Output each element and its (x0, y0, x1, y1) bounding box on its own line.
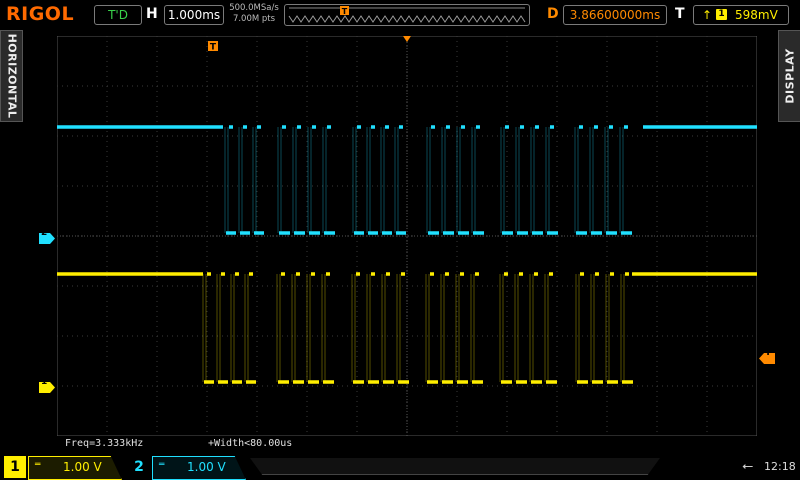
trigger-settings[interactable]: ↑ 1 598mV (693, 5, 789, 25)
channel-1-scale-box[interactable]: ═ 1.00 V (28, 456, 122, 480)
horizontal-tab-label: HORIZONTAL (5, 33, 18, 119)
trigger-point-marker: T (208, 41, 218, 53)
rising-edge-icon: ↑ (702, 8, 713, 22)
acquisition-info: 500.0MSa/s 7.00M pts (228, 3, 280, 25)
trigger-source-badge: 1 (716, 9, 727, 20)
system-clock: 12:18 (764, 460, 796, 473)
channel-2-marker-label: 2 (41, 228, 48, 238)
width-measurement: +Width<80.00us (208, 438, 293, 449)
channel-2-button[interactable]: 2 (128, 456, 150, 478)
channel-1-scale: 1.00 V (63, 460, 102, 474)
trigger-level-marker[interactable]: T (759, 348, 775, 364)
trigger-label: T (675, 6, 685, 22)
dc-coupling-icon: ═ (159, 460, 165, 470)
waveform-display[interactable]: T (57, 36, 757, 436)
horizontal-label: H (146, 6, 158, 22)
usb-icon: ⭠ (742, 458, 754, 474)
horizontal-delay-value[interactable]: 3.86600000ms (563, 5, 667, 25)
bottom-status-bar: 1 ═ 1.00 V 2 ═ 1.00 V ⭠ 12:18 (0, 452, 800, 480)
memory-position-bar[interactable]: T (284, 4, 530, 26)
channel-2-ground-marker[interactable]: 2 (39, 228, 55, 244)
memory-overview-graphic: T (288, 6, 526, 23)
display-menu-tab[interactable]: DISPLAY (778, 30, 800, 122)
frequency-measurement: Freq=3.333kHz (65, 438, 144, 449)
trigger-level-marker-label: T (765, 348, 772, 358)
bottom-divider-strip (250, 458, 660, 475)
channel-2-scale-box[interactable]: ═ 1.00 V (152, 456, 246, 480)
dc-coupling-icon: ═ (35, 460, 41, 470)
memory-depth: 7.00M pts (232, 14, 276, 24)
memory-trigger-marker: T (340, 6, 349, 16)
channel-1-marker-label: 1 (41, 377, 48, 387)
delay-label: D (547, 6, 559, 22)
channel-1-button[interactable]: 1 (4, 456, 26, 478)
display-tab-label: DISPLAY (783, 48, 796, 104)
trigger-status-indicator[interactable]: T'D (94, 5, 142, 25)
top-status-bar: RIGOL T'D H 1.000ms 500.0MSa/s 7.00M pts… (0, 0, 800, 30)
rigol-logo: RIGOL (6, 3, 75, 25)
channel-1-ground-marker[interactable]: 1 (39, 377, 55, 393)
timebase-value[interactable]: 1.000ms (164, 5, 224, 25)
channel-2-scale: 1.00 V (187, 460, 226, 474)
svg-text:T: T (342, 7, 348, 16)
horizontal-menu-tab[interactable]: HORIZONTAL (0, 30, 23, 122)
sample-rate: 500.0MSa/s (229, 3, 279, 13)
trigger-level-value: 598mV (735, 8, 778, 22)
svg-text:T: T (210, 43, 217, 53)
